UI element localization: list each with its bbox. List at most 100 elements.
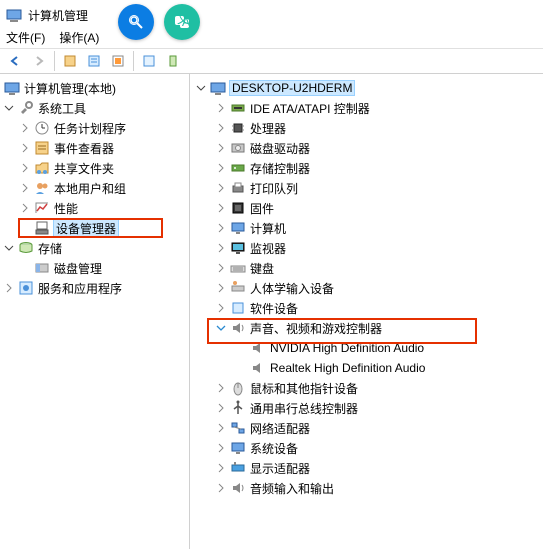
left-tree: 计算机管理(本地) 系统工具 任务计划程序 事件查看器 共享文件夹 本地用户和组 [0,74,190,549]
chevron-right-icon[interactable] [214,201,228,215]
chevron-right-icon[interactable] [18,161,32,175]
device-computer-node-label: 计算机 [250,220,286,237]
tree-local-users[interactable]: 本地用户和组 [0,178,189,198]
device-hid-label: 人体学输入设备 [250,280,334,297]
device-system-label: 系统设备 [250,440,298,457]
toolbar-btn-4[interactable] [138,50,160,72]
device-ide-label: IDE ATA/ATAPI 控制器 [250,100,370,117]
chevron-right-icon[interactable] [214,241,228,255]
chevron-right-icon[interactable] [18,141,32,155]
tree-task-scheduler[interactable]: 任务计划程序 [0,118,189,138]
tree-disk-management[interactable]: 磁盘管理 [0,258,189,278]
chevron-right-icon[interactable] [214,421,228,435]
chevron-right-icon[interactable] [18,181,32,195]
device-sound[interactable]: 声音、视频和游戏控制器 [190,318,543,338]
chevron-right-icon[interactable] [214,141,228,155]
chevron-right-icon[interactable] [214,121,228,135]
monitor-icon [230,240,246,256]
chevron-right-icon[interactable] [214,401,228,415]
task-scheduler-label: 任务计划程序 [54,120,126,137]
toolbar-btn-1[interactable] [59,50,81,72]
chevron-right-icon[interactable] [214,281,228,295]
device-network-label: 网络适配器 [250,420,310,437]
tree-storage[interactable]: 存储 [0,238,189,258]
tree-root[interactable]: 计算机管理(本地) [0,78,189,98]
device-keyboard[interactable]: 键盘 [190,258,543,278]
device-display-label: 显示适配器 [250,460,310,477]
overlay-translate-button[interactable]: 文A [164,4,200,40]
device-display[interactable]: 显示适配器 [190,458,543,478]
spacer [18,221,32,235]
device-computer-node[interactable]: 计算机 [190,218,543,238]
device-storage-ctrl[interactable]: 存储控制器 [190,158,543,178]
device-sound-nvidia[interactable]: NVIDIA High Definition Audio [190,338,543,358]
tree-device-manager[interactable]: 设备管理器 [0,218,189,238]
storage-ctrl-icon [230,160,246,176]
title-bar: 计算机管理 [0,0,543,26]
device-hid[interactable]: 人体学输入设备 [190,278,543,298]
forward-button[interactable] [28,50,50,72]
chevron-down-icon[interactable] [2,241,16,255]
chevron-right-icon[interactable] [214,301,228,315]
device-usb[interactable]: 通用串行总线控制器 [190,398,543,418]
services-apps-label: 服务和应用程序 [38,280,122,297]
chevron-down-icon[interactable] [214,321,228,335]
toolbar-btn-3[interactable] [107,50,129,72]
firmware-icon [230,200,246,216]
device-sound-realtek[interactable]: Realtek High Definition Audio [190,358,543,378]
device-software-label: 软件设备 [250,300,298,317]
keyboard-icon [230,260,246,276]
device-ide[interactable]: IDE ATA/ATAPI 控制器 [190,98,543,118]
device-computer-label: DESKTOP-U2HDERM [229,80,355,96]
back-button[interactable] [4,50,26,72]
tree-performance[interactable]: 性能 [0,198,189,218]
device-computer[interactable]: DESKTOP-U2HDERM [190,78,543,98]
chevron-right-icon[interactable] [214,161,228,175]
menu-action[interactable]: 操作(A) [59,29,99,46]
toolbar-btn-5[interactable] [162,50,184,72]
device-mouse[interactable]: 鼠标和其他指针设备 [190,378,543,398]
device-manager-label: 设备管理器 [53,219,119,238]
right-tree: DESKTOP-U2HDERM IDE ATA/ATAPI 控制器 处理器 磁盘… [190,74,543,549]
chevron-right-icon[interactable] [214,221,228,235]
device-monitor[interactable]: 监视器 [190,238,543,258]
device-firmware[interactable]: 固件 [190,198,543,218]
device-cpu[interactable]: 处理器 [190,118,543,138]
chevron-right-icon[interactable] [2,281,16,295]
tree-event-viewer[interactable]: 事件查看器 [0,138,189,158]
usb-icon [230,400,246,416]
device-network[interactable]: 网络适配器 [190,418,543,438]
chevron-right-icon[interactable] [214,461,228,475]
spacer [234,341,248,355]
tree-services-apps[interactable]: 服务和应用程序 [0,278,189,298]
chevron-down-icon[interactable] [194,81,208,95]
pc-icon [210,80,226,96]
device-firmware-label: 固件 [250,200,274,217]
chevron-right-icon[interactable] [214,441,228,455]
device-print-queue[interactable]: 打印队列 [190,178,543,198]
disk-management-label: 磁盘管理 [54,260,102,277]
device-cpu-label: 处理器 [250,120,286,137]
chevron-right-icon[interactable] [214,261,228,275]
device-system[interactable]: 系统设备 [190,438,543,458]
overlay-search-button[interactable] [118,4,154,40]
device-disk-drive[interactable]: 磁盘驱动器 [190,138,543,158]
chevron-right-icon[interactable] [214,181,228,195]
chevron-right-icon[interactable] [214,101,228,115]
device-print-queue-label: 打印队列 [250,180,298,197]
tree-shared-folders[interactable]: 共享文件夹 [0,158,189,178]
system-icon [230,440,246,456]
chevron-down-icon[interactable] [2,101,16,115]
hdd-icon [230,140,246,156]
tree-system-tools[interactable]: 系统工具 [0,98,189,118]
chevron-right-icon[interactable] [18,201,32,215]
menu-file[interactable]: 文件(F) [6,29,45,46]
device-usb-label: 通用串行总线控制器 [250,400,358,417]
device-audio-io[interactable]: 音频输入和输出 [190,478,543,498]
device-software[interactable]: 软件设备 [190,298,543,318]
toolbar-btn-2[interactable] [83,50,105,72]
chevron-right-icon[interactable] [18,121,32,135]
chevron-right-icon[interactable] [214,381,228,395]
display-adapter-icon [230,460,246,476]
chevron-right-icon[interactable] [214,481,228,495]
